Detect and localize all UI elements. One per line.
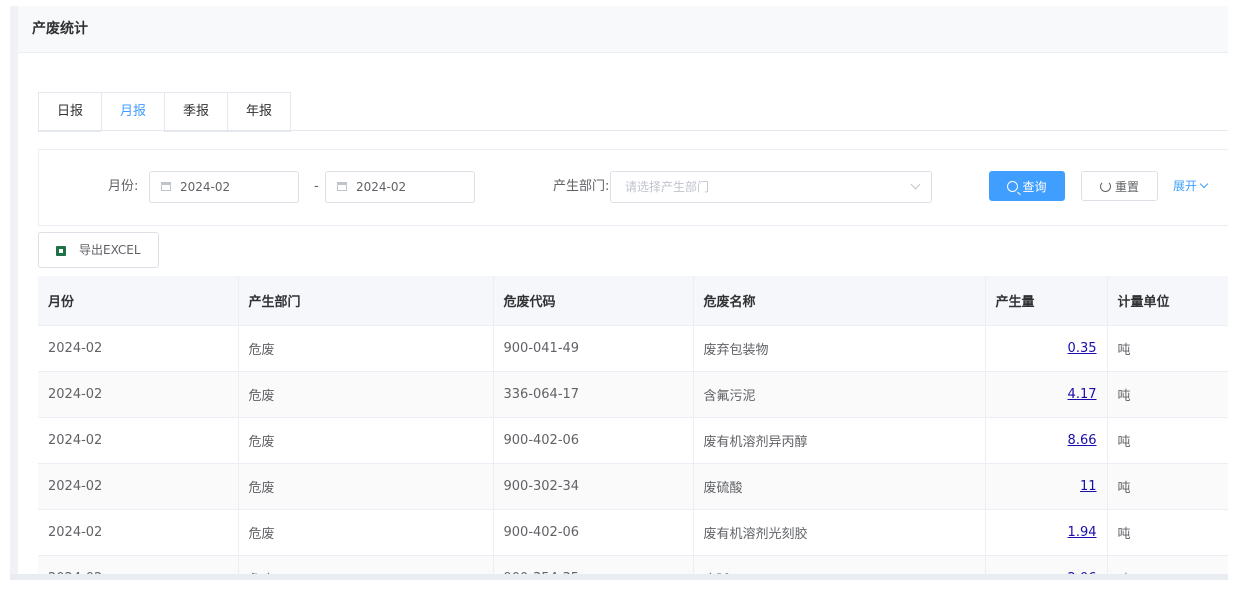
cell-amount: 11 [985,463,1108,510]
calendar-icon [161,182,171,191]
search-icon [1007,181,1019,192]
amount-link[interactable]: 11 [1080,479,1097,494]
cell-unit: 吨 [1107,463,1228,510]
column-header-amount[interactable]: 产生量 [985,276,1108,326]
tabs-divider [38,130,1228,131]
cell-month: 2024-02 [38,325,239,372]
reset-button[interactable]: 重置 [1081,171,1158,201]
expand-label: 展开 [1173,179,1198,193]
export-excel-button[interactable]: 导出EXCEL [38,232,159,268]
amount-link[interactable]: 1.94 [1068,525,1097,540]
cell-month: 2024-02 [38,463,239,510]
month-label: 月份: [108,179,139,194]
excel-icon [56,246,66,256]
cell-code: 900-041-49 [493,325,694,372]
cell-amount: 1.94 [985,509,1108,556]
table-header-row: 月份 产生部门 危废代码 危废名称 产生量 计量单位 [38,276,1228,326]
cell-name: 废硫酸 [693,463,986,510]
cell-code: 900-402-06 [493,417,694,464]
cell-name: 废有机溶剂异丙醇 [693,417,986,464]
month-start-value: 2024-02 [180,180,231,194]
tab-daily[interactable]: 日报 [38,92,102,132]
cell-amount: 4.17 [985,371,1108,418]
refresh-icon [1099,181,1111,192]
table-row: 2024-02 危废 900-402-06 废有机溶剂异丙醇 8.66 吨 [38,417,1228,464]
cell-dept: 危废 [238,417,494,464]
column-header-name[interactable]: 危废名称 [693,276,986,326]
cell-month: 2024-02 [38,417,239,464]
cell-month: 2024-02 [38,509,239,556]
cell-amount: 8.66 [985,417,1108,464]
tab-monthly[interactable]: 月报 [101,92,165,132]
cell-amount: 0.35 [985,325,1108,372]
amount-link[interactable]: 0.35 [1068,341,1097,356]
cell-dept: 危废 [238,509,494,556]
cell-dept: 危废 [238,463,494,510]
cell-unit: 吨 [1107,325,1228,372]
dept-label: 产生部门: [553,179,610,194]
cell-code: 336-064-17 [493,371,694,418]
search-button-label: 查询 [1022,180,1047,194]
amount-link[interactable]: 8.66 [1068,433,1097,448]
stats-card: 产废统计 日报 月报 季报 年报 月份: 2024-02 - 2024-02 产… [18,6,1228,580]
filter-panel: 月份: 2024-02 - 2024-02 产生部门: 请选择产生部门 查询 重… [38,149,1228,226]
month-end-value: 2024-02 [356,180,407,194]
cell-code: 900-402-06 [493,509,694,556]
column-header-unit[interactable]: 计量单位 [1107,276,1228,326]
range-separator: - [314,179,319,194]
month-start-picker[interactable]: 2024-02 [149,171,299,203]
export-excel-label: 导出EXCEL [79,243,141,257]
tab-yearly[interactable]: 年报 [227,92,292,132]
cell-dept: 危废 [238,371,494,418]
column-header-dept[interactable]: 产生部门 [238,276,494,326]
cell-code: 900-302-34 [493,463,694,510]
page-background: 产废统计 日报 月报 季报 年报 月份: 2024-02 - 2024-02 产… [10,6,1228,580]
page-title: 产废统计 [18,6,1228,53]
table-row: 2024-02 危废 900-041-49 废弃包装物 0.35 吨 [38,325,1228,372]
cell-name: 含氟污泥 [693,371,986,418]
cell-name: 废有机溶剂光刻胶 [693,509,986,556]
column-header-code[interactable]: 危废代码 [493,276,694,326]
bottom-scroll-edge [10,574,1228,580]
search-button[interactable]: 查询 [989,171,1065,201]
cell-unit: 吨 [1107,417,1228,464]
amount-link[interactable]: 4.17 [1068,387,1097,402]
cell-unit: 吨 [1107,509,1228,556]
table-row: 2024-02 危废 336-064-17 含氟污泥 4.17 吨 [38,371,1228,418]
cell-unit: 吨 [1107,371,1228,418]
calendar-icon [337,182,347,191]
chevron-down-icon [910,179,921,190]
waste-stats-table: 月份 产生部门 危废代码 危废名称 产生量 计量单位 2024-02 危废 90… [38,276,1228,580]
dept-select[interactable]: 请选择产生部门 [610,171,932,203]
expand-toggle[interactable]: 展开 [1173,171,1209,201]
tab-quarterly[interactable]: 季报 [164,92,228,132]
month-end-picker[interactable]: 2024-02 [325,171,475,203]
cell-month: 2024-02 [38,371,239,418]
table-row: 2024-02 危废 900-402-06 废有机溶剂光刻胶 1.94 吨 [38,509,1228,556]
table-row: 2024-02 危废 900-302-34 废硫酸 11 吨 [38,463,1228,510]
cell-name: 废弃包装物 [693,325,986,372]
chevron-down-icon [1199,179,1209,189]
cell-dept: 危废 [238,325,494,372]
dept-select-placeholder: 请选择产生部门 [625,180,710,194]
report-tabs: 日报 月报 季报 年报 [38,92,292,132]
column-header-month[interactable]: 月份 [38,276,239,326]
reset-button-label: 重置 [1114,180,1139,194]
